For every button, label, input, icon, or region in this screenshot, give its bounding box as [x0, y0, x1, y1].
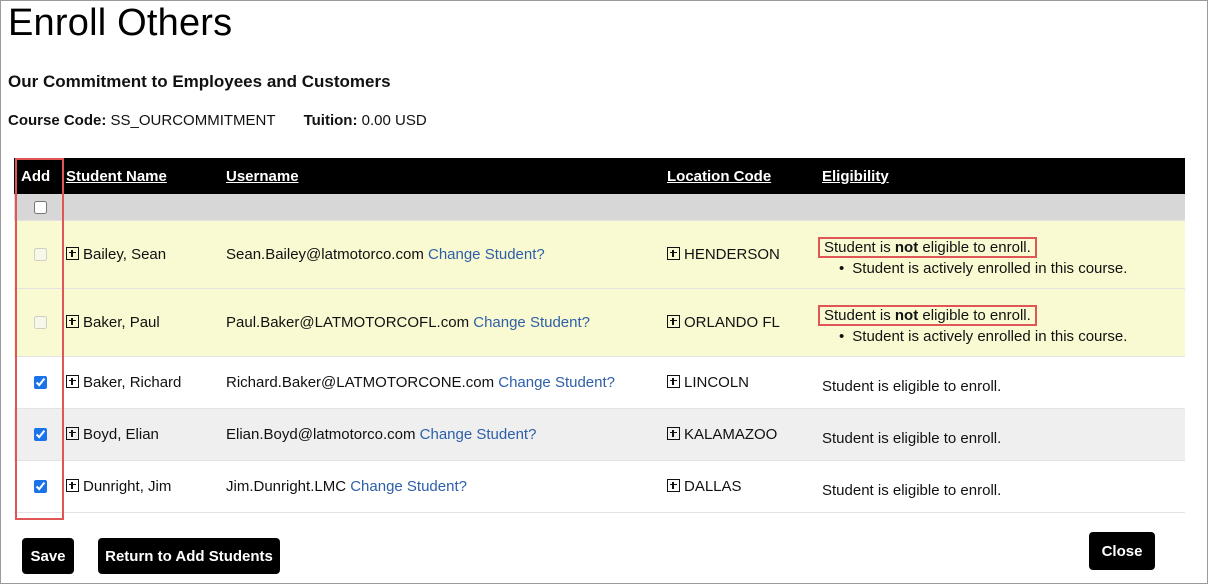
- table-row: Baker, Paul Paul.Baker@LATMOTORCOFL.com …: [14, 288, 1185, 357]
- table-row: Baker, Richard Richard.Baker@LATMOTORCON…: [14, 356, 1185, 409]
- location-code: LINCOLN: [684, 373, 750, 391]
- row-checkbox[interactable]: [34, 376, 47, 390]
- expand-plus-icon[interactable]: [667, 246, 680, 260]
- course-meta: Course Code: SS_OURCOMMITMENT Tuition: 0…: [8, 112, 427, 129]
- ineligible-status: Student is not eligible to enroll.: [818, 237, 1037, 258]
- student-name: Baker, Paul: [83, 313, 160, 331]
- select-all-row: [14, 194, 1185, 221]
- location-code: ORLANDO FL: [684, 313, 780, 331]
- table-row: Dunright, Jim Jim.Dunright.LMC Change St…: [14, 460, 1185, 513]
- student-name: Dunright, Jim: [83, 477, 172, 495]
- row-checkbox: [34, 248, 47, 262]
- header-eligibility[interactable]: Eligibility: [822, 158, 1185, 194]
- location-code: DALLAS: [684, 477, 742, 495]
- select-all-checkbox[interactable]: [34, 200, 47, 214]
- student-name: Baker, Richard: [83, 373, 182, 391]
- ineligible-reason: Student is actively enrolled in this cou…: [839, 328, 1185, 345]
- expand-plus-icon[interactable]: [667, 478, 680, 492]
- change-student-link[interactable]: Change Student?: [498, 374, 615, 391]
- header-location-code[interactable]: Location Code: [667, 158, 822, 194]
- username: Jim.Dunright.LMC: [226, 477, 347, 495]
- course-code-label: Course Code:: [8, 112, 107, 129]
- course-code-value: SS_OURCOMMITMENT: [110, 112, 276, 129]
- page-title: Enroll Others: [8, 2, 233, 44]
- row-checkbox[interactable]: [34, 480, 47, 494]
- student-name: Bailey, Sean: [83, 245, 167, 263]
- expand-plus-icon[interactable]: [66, 314, 79, 328]
- expand-plus-icon[interactable]: [66, 478, 79, 492]
- expand-plus-icon[interactable]: [66, 246, 79, 260]
- username: Paul.Baker@LATMOTORCOFL.com: [226, 313, 470, 331]
- ineligible-status: Student is not eligible to enroll.: [818, 305, 1037, 326]
- change-student-link[interactable]: Change Student?: [473, 314, 590, 331]
- location-code: HENDERSON: [684, 245, 780, 263]
- row-checkbox: [34, 316, 47, 330]
- table-row: Bailey, Sean Sean.Bailey@latmotorco.com …: [14, 220, 1185, 289]
- close-button[interactable]: Close: [1089, 532, 1155, 570]
- header-student-name[interactable]: Student Name: [66, 158, 226, 194]
- tuition-value: 0.00 USD: [361, 112, 427, 129]
- location-code: KALAMAZOO: [684, 425, 778, 443]
- table-header: Add Student Name Username Location Code …: [14, 158, 1185, 194]
- change-student-link[interactable]: Change Student?: [428, 246, 545, 263]
- expand-plus-icon[interactable]: [66, 374, 79, 388]
- expand-plus-icon[interactable]: [667, 374, 680, 388]
- expand-plus-icon[interactable]: [667, 426, 680, 440]
- enroll-table: Add Student Name Username Location Code …: [14, 158, 1185, 513]
- eligibility-status: Student is eligible to enroll.: [822, 408, 1185, 461]
- change-student-link[interactable]: Change Student?: [350, 478, 467, 495]
- return-to-add-students-button[interactable]: Return to Add Students: [98, 538, 280, 574]
- ineligible-reason: Student is actively enrolled in this cou…: [839, 260, 1185, 277]
- expand-plus-icon[interactable]: [66, 426, 79, 440]
- tuition-label: Tuition:: [303, 112, 358, 129]
- row-checkbox[interactable]: [34, 428, 47, 442]
- username: Elian.Boyd@latmotorco.com: [226, 425, 416, 443]
- table-row: Boyd, Elian Elian.Boyd@latmotorco.com Ch…: [14, 408, 1185, 461]
- header-username[interactable]: Username: [226, 158, 667, 194]
- expand-plus-icon[interactable]: [667, 314, 680, 328]
- eligibility-status: Student is eligible to enroll.: [822, 460, 1185, 513]
- change-student-link[interactable]: Change Student?: [420, 426, 537, 443]
- course-title: Our Commitment to Employees and Customer…: [8, 72, 391, 91]
- eligibility-status: Student is eligible to enroll.: [822, 356, 1185, 409]
- save-button[interactable]: Save: [22, 538, 74, 574]
- header-add: Add: [14, 158, 66, 194]
- username: Richard.Baker@LATMOTORCONE.com: [226, 373, 495, 391]
- username: Sean.Bailey@latmotorco.com: [226, 245, 424, 263]
- student-name: Boyd, Elian: [83, 425, 159, 443]
